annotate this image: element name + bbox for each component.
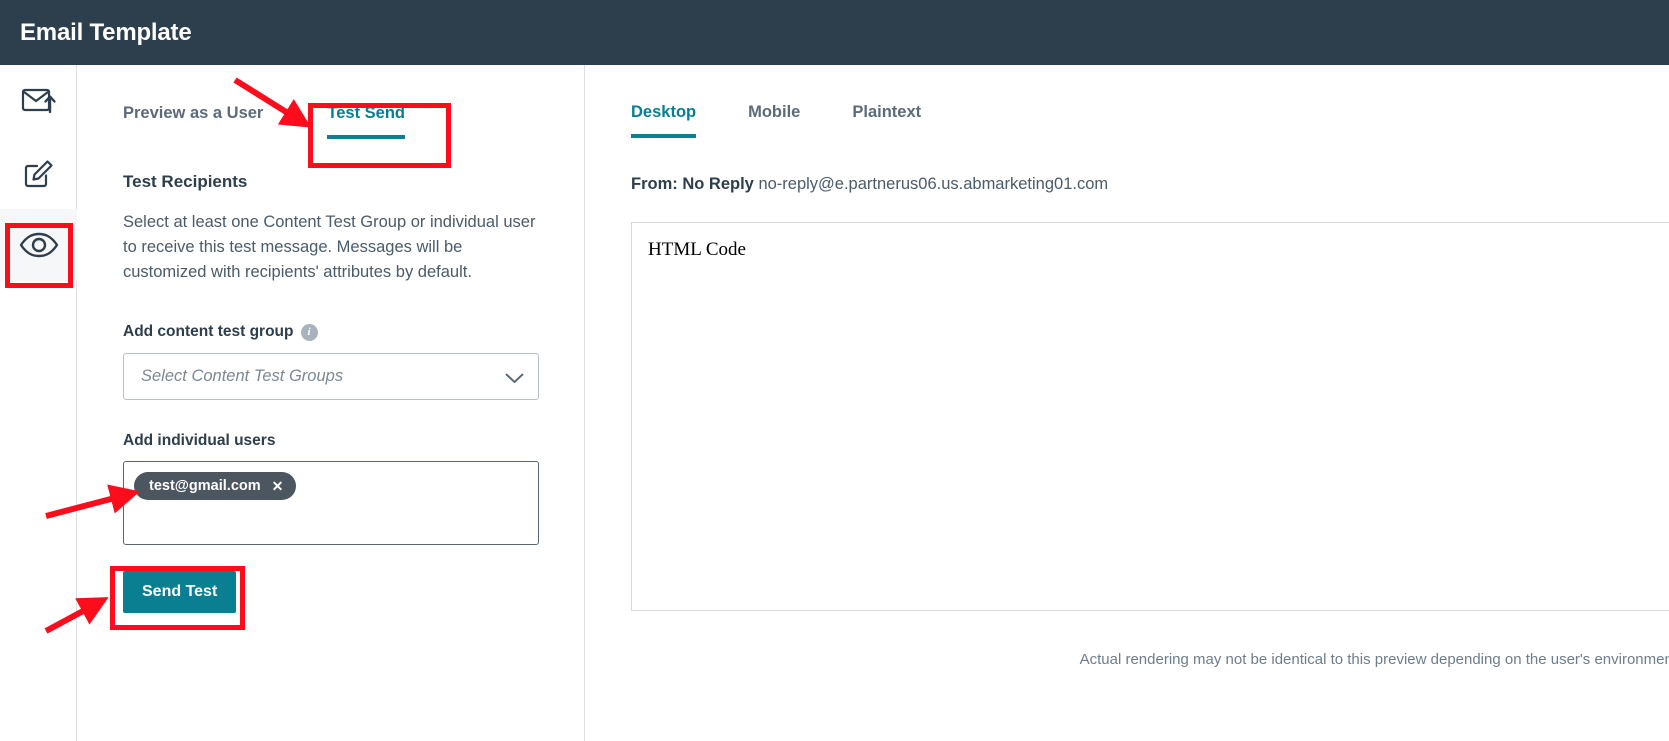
tab-preview-as-a-user-label: Preview as a User bbox=[123, 104, 264, 122]
envelope-upload-icon bbox=[21, 86, 57, 116]
tab-preview-as-a-user[interactable]: Preview as a User bbox=[123, 98, 285, 139]
eye-icon bbox=[19, 232, 59, 258]
individual-users-label-row: Add individual users bbox=[123, 432, 275, 450]
section-title: Test Recipients bbox=[123, 172, 248, 191]
tab-mobile-label: Mobile bbox=[748, 103, 801, 121]
tab-desktop-label: Desktop bbox=[631, 103, 697, 121]
test-send-panel: Preview as a User Test Send Test Recipie… bbox=[77, 65, 585, 741]
sidebar-item-send[interactable] bbox=[0, 65, 77, 137]
chevron-down-icon bbox=[505, 371, 524, 383]
tab-underline bbox=[748, 134, 800, 138]
page-title: Email Template bbox=[20, 18, 192, 46]
tab-test-send[interactable]: Test Send bbox=[285, 98, 405, 139]
content-test-group-label-row: Add content test group i bbox=[123, 323, 318, 341]
recipient-chip: test@gmail.com ✕ bbox=[134, 472, 297, 500]
tab-underline-active bbox=[631, 134, 697, 138]
tab-test-send-label: Test Send bbox=[327, 104, 405, 122]
info-icon[interactable]: i bbox=[300, 323, 318, 341]
close-icon[interactable]: ✕ bbox=[272, 479, 284, 493]
tab-underline-active bbox=[327, 135, 405, 139]
edit-square-icon bbox=[23, 157, 55, 189]
content-test-group-select[interactable]: Select Content Test Groups bbox=[123, 353, 539, 400]
email-template-page: Email Template Preview as a User Test Se… bbox=[0, 0, 1669, 741]
sidebar-item-edit[interactable] bbox=[0, 137, 77, 209]
preview-note: Actual rendering may not be identical to… bbox=[1079, 651, 1669, 668]
tab-desktop[interactable]: Desktop bbox=[631, 103, 697, 138]
from-line: From: No Reply no-reply@e.partnerus06.us… bbox=[631, 175, 1108, 194]
tab-underline bbox=[123, 135, 263, 139]
preview-panel: Desktop Mobile Plaintext From: No Reply … bbox=[586, 65, 1669, 741]
from-address: no-reply@e.partnerus06.us.abmarketing01.… bbox=[758, 175, 1109, 193]
section-description: Select at least one Content Test Group o… bbox=[123, 213, 536, 281]
sidebar-item-preview[interactable] bbox=[0, 209, 77, 281]
from-label: From: No Reply bbox=[631, 175, 754, 193]
app-header: Email Template bbox=[0, 0, 1669, 65]
preview-tabs: Desktop Mobile Plaintext bbox=[631, 103, 973, 138]
tab-mobile[interactable]: Mobile bbox=[748, 103, 800, 138]
tab-underline bbox=[852, 134, 921, 138]
content-test-group-label: Add content test group bbox=[123, 323, 294, 340]
individual-users-label: Add individual users bbox=[123, 432, 276, 449]
html-preview-content: HTML Code bbox=[648, 239, 746, 260]
left-panel-tabs: Preview as a User Test Send bbox=[123, 98, 405, 139]
individual-users-input[interactable]: test@gmail.com ✕ bbox=[123, 461, 539, 545]
send-test-button[interactable]: Send Test bbox=[123, 571, 237, 613]
html-preview-box: HTML Code bbox=[631, 222, 1669, 611]
content-test-group-placeholder: Select Content Test Groups bbox=[141, 367, 344, 385]
recipient-chip-label: test@gmail.com bbox=[149, 478, 261, 494]
icon-rail bbox=[0, 65, 77, 741]
tab-plaintext[interactable]: Plaintext bbox=[852, 103, 921, 138]
tab-plaintext-label: Plaintext bbox=[852, 103, 922, 121]
